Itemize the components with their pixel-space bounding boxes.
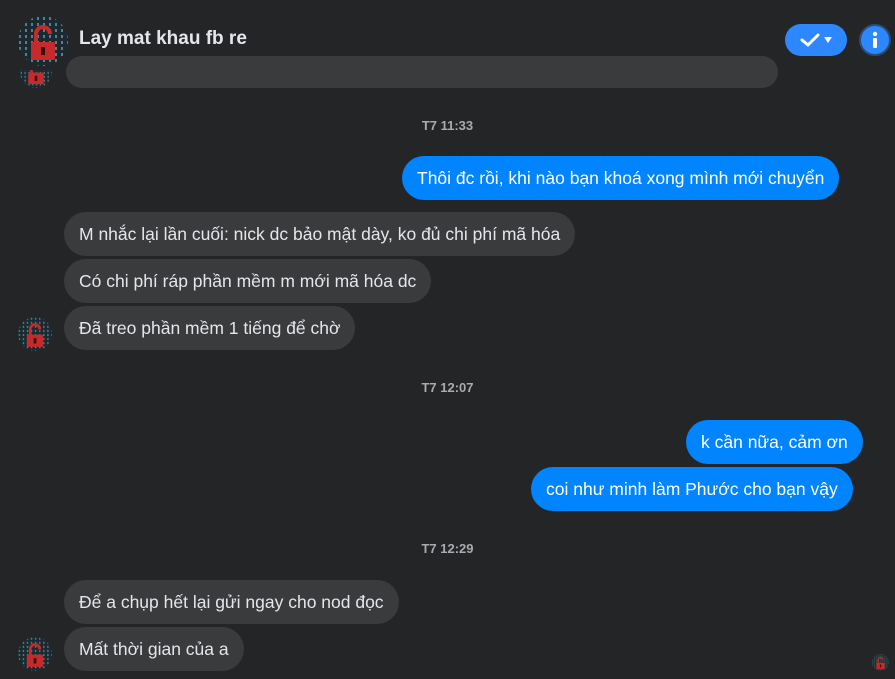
message-bubble-incoming[interactable]: M nhắc lại lần cuối: nick dc bảo mật dày… (64, 212, 576, 256)
info-icon (872, 31, 878, 48)
message-bubble-outgoing[interactable]: coi như minh làm Phước cho bạn vậy (531, 467, 853, 511)
contact-avatar-small[interactable] (18, 317, 52, 351)
message-bubble-incoming[interactable]: Đã treo phần mềm 1 tiếng để chờ (64, 306, 356, 350)
contact-avatar[interactable] (18, 16, 68, 66)
message-bubble-incoming[interactable]: Để a chụp hết lại gửi ngay cho nod đọc (64, 580, 399, 624)
caret-down-icon (824, 37, 832, 43)
contact-avatar-small (20, 70, 52, 88)
previous-message-bubble (66, 56, 778, 88)
delivery-status-button[interactable] (785, 24, 847, 56)
timestamp: T7 12:07 (421, 380, 474, 395)
message-bubble-outgoing[interactable]: k cần nữa, cảm ơn (686, 420, 863, 464)
info-button[interactable] (859, 24, 891, 56)
timestamp: T7 11:33 (421, 118, 474, 133)
message-bubble-outgoing[interactable]: Thôi đc rồi, khi nào bạn khoá xong mình … (402, 156, 840, 200)
timestamp: T7 12:29 (421, 541, 474, 556)
checkmark-icon (800, 33, 820, 47)
message-bubble-incoming[interactable]: Mất thời gian của a (64, 627, 244, 671)
conversation-title[interactable]: Lay mat khau fb re (79, 28, 247, 50)
message-bubble-incoming[interactable]: Có chi phí ráp phần mềm m mới mã hóa dc (64, 259, 432, 303)
seen-receipt-avatar (872, 654, 889, 671)
contact-avatar-small[interactable] (18, 637, 52, 671)
